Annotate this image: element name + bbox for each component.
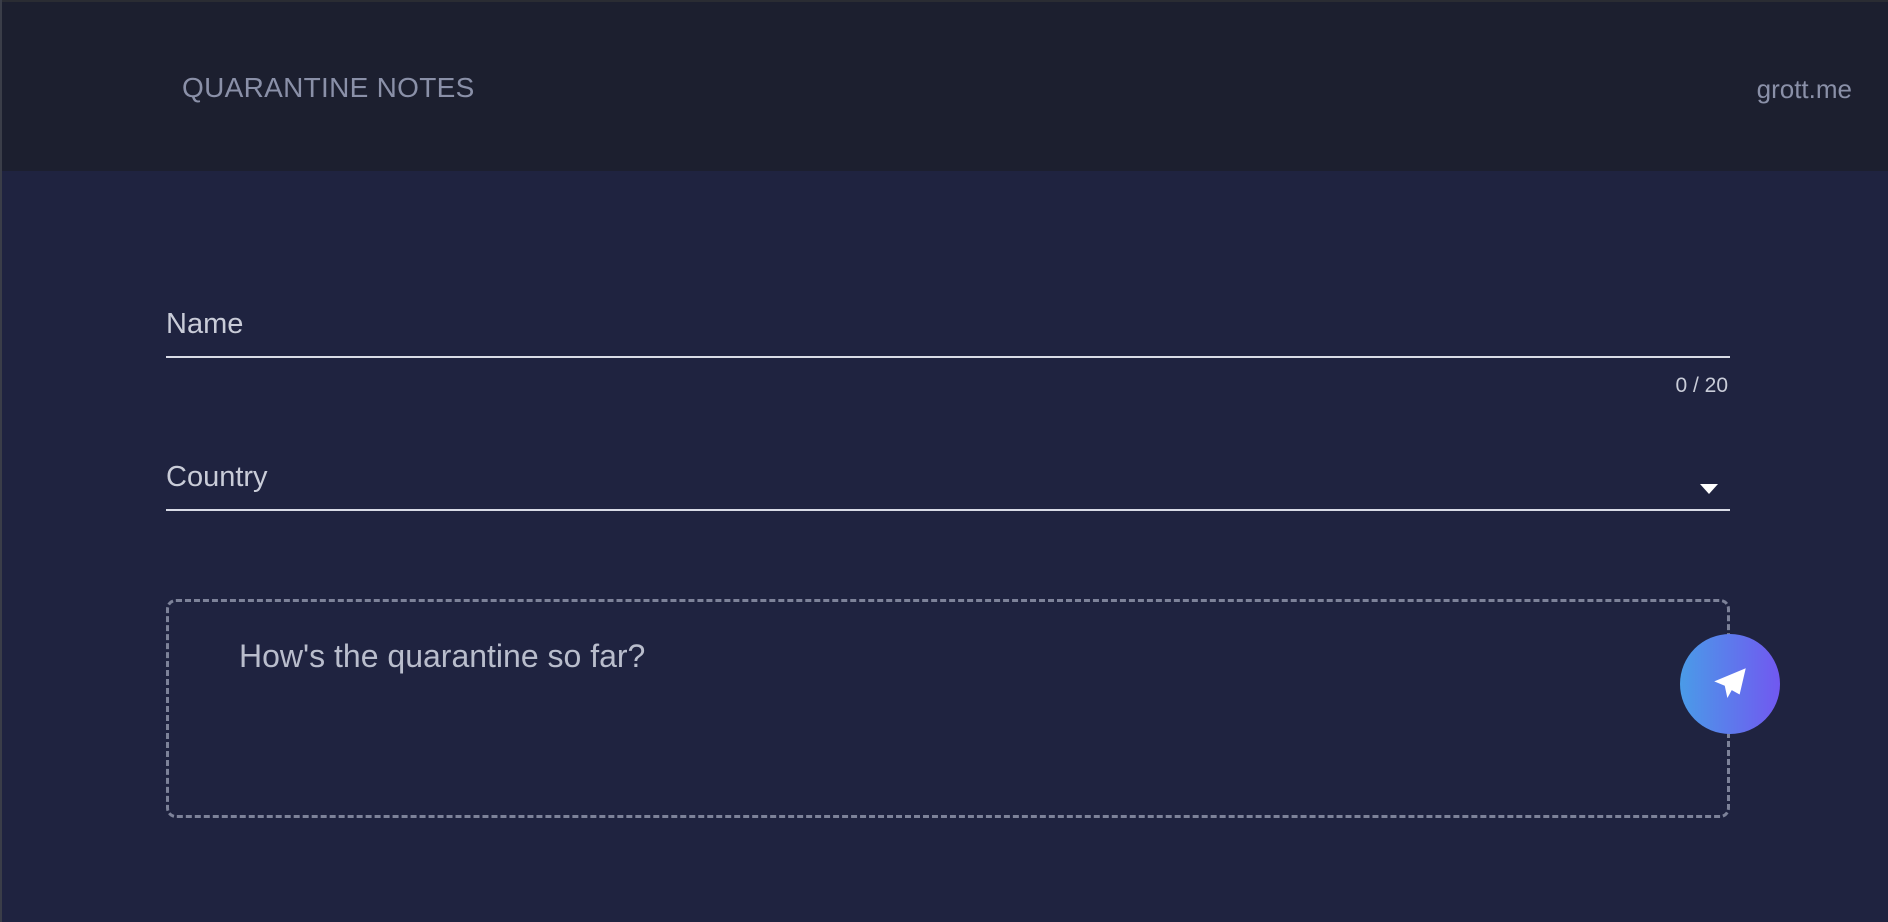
note-textarea-wrapper xyxy=(166,599,1730,818)
name-char-counter: 0 / 20 xyxy=(1675,374,1728,397)
name-input[interactable]: Name xyxy=(166,300,1730,358)
site-link[interactable]: grott.me xyxy=(1757,74,1852,105)
country-select[interactable]: Country xyxy=(166,452,1730,511)
send-button[interactable] xyxy=(1680,634,1780,734)
name-label: Name xyxy=(166,308,244,340)
country-label: Country xyxy=(166,461,268,493)
app-header: QUARANTINE NOTES grott.me xyxy=(2,0,1888,171)
dropdown-arrow-icon[interactable] xyxy=(1700,484,1718,494)
paper-plane-icon xyxy=(1714,668,1746,698)
app-title: QUARANTINE NOTES xyxy=(182,72,475,103)
note-textarea[interactable] xyxy=(239,638,1639,788)
